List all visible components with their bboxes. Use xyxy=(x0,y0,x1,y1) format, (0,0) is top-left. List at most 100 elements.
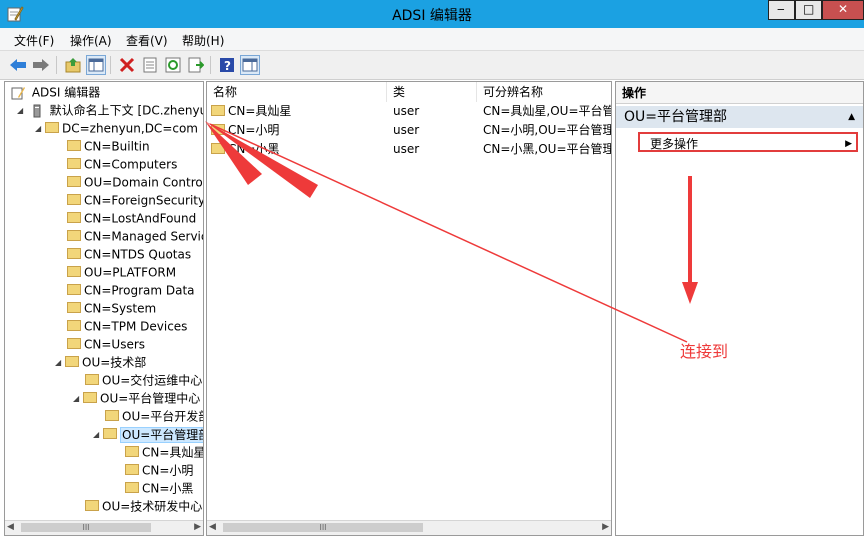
folder-icon xyxy=(103,428,117,439)
folder-icon xyxy=(125,482,139,493)
table-row[interactable]: CN=具灿星 user CN=具灿星,OU=平台管理部 xyxy=(207,102,611,121)
annotation-label: 连接到 xyxy=(680,342,729,361)
action-pane-icon xyxy=(242,58,258,72)
folder-icon xyxy=(211,143,225,154)
minimize-icon: ‒ xyxy=(777,2,785,16)
folder-icon xyxy=(67,302,81,313)
column-header-dn[interactable]: 可分辨名称 xyxy=(477,82,611,102)
console-tree-pane[interactable]: ADSI 编辑器 ◢ 默认命名上下文 [DC.zhenyun ◢ DC=zheny… xyxy=(4,81,204,536)
folder-icon xyxy=(67,248,81,259)
folder-icon xyxy=(85,500,99,511)
collapse-triangle-icon[interactable]: ◢ xyxy=(17,102,27,120)
svg-text:?: ? xyxy=(224,59,231,73)
show-hide-console-tree-button[interactable] xyxy=(86,55,106,75)
folder-icon xyxy=(211,105,225,116)
tree-item[interactable]: CN=小黑 xyxy=(115,479,193,497)
tree-item[interactable]: CN=Builtin xyxy=(57,137,150,155)
tree-root[interactable]: ADSI 编辑器 xyxy=(11,83,100,101)
results-list-pane[interactable]: 名称 类 可分辨名称 CN=具灿星 user CN=具灿星,OU=平台管理部 C… xyxy=(206,81,612,536)
folder-icon xyxy=(67,194,81,205)
tree-item[interactable]: CN=System xyxy=(57,299,156,317)
tree-item[interactable]: CN=Computers xyxy=(57,155,177,173)
collapse-up-icon[interactable]: ▲ xyxy=(848,106,855,128)
maximize-button[interactable]: □ xyxy=(795,0,822,20)
back-arrow-icon xyxy=(10,59,26,71)
more-actions-item[interactable]: 更多操作 ▶ xyxy=(638,132,858,152)
refresh-button[interactable] xyxy=(163,55,183,75)
properties-button[interactable] xyxy=(140,55,160,75)
export-list-button[interactable] xyxy=(186,55,206,75)
forward-button[interactable] xyxy=(31,55,51,75)
console-tree-icon xyxy=(88,58,104,72)
tree-item[interactable]: OU=交付运维中心 xyxy=(75,371,202,389)
tree-item[interactable]: OU=PLATFORM xyxy=(57,263,176,281)
close-button[interactable]: ✕ xyxy=(822,0,864,20)
delete-button[interactable] xyxy=(117,55,137,75)
window-title: ADSI 编辑器 xyxy=(392,8,472,24)
scroll-thumb[interactable]: III xyxy=(21,523,151,532)
collapse-triangle-icon[interactable]: ◢ xyxy=(35,120,45,138)
tree-item[interactable]: CN=ForeignSecurityPrincipals xyxy=(57,191,203,209)
list-horizontal-scrollbar[interactable]: ◀ III ▶ xyxy=(207,520,611,535)
folder-icon xyxy=(67,212,81,223)
show-hide-action-pane-button[interactable] xyxy=(240,55,260,75)
tree-item-domain[interactable]: ◢ DC=zhenyun,DC=com xyxy=(35,119,198,137)
scroll-right-icon[interactable]: ▶ xyxy=(194,522,201,532)
minimize-button[interactable]: ‒ xyxy=(768,0,795,20)
collapse-triangle-icon[interactable]: ◢ xyxy=(93,426,103,444)
tree-item[interactable]: CN=NTDS Quotas xyxy=(57,245,191,263)
tree-item[interactable]: CN=TPM Devices xyxy=(57,317,187,335)
tree-item[interactable]: OU=技术研发中心 xyxy=(75,497,202,515)
column-header-class[interactable]: 类 xyxy=(387,82,477,102)
tree-item[interactable]: CN=Users xyxy=(57,335,145,353)
scroll-thumb[interactable]: III xyxy=(223,523,423,532)
maximize-icon: □ xyxy=(803,2,815,16)
properties-icon xyxy=(143,57,157,73)
folder-icon xyxy=(67,158,81,169)
tree-item[interactable]: CN=LostAndFound xyxy=(57,209,196,227)
folder-icon xyxy=(67,140,81,151)
forward-arrow-icon xyxy=(33,59,49,71)
tree-item[interactable]: CN=Program Data xyxy=(57,281,195,299)
menu-action[interactable]: 操作(A) xyxy=(70,32,112,49)
help-button[interactable]: ? xyxy=(217,55,237,75)
table-row[interactable]: CN=小黑 user CN=小黑,OU=平台管理部 xyxy=(207,140,611,159)
folder-icon xyxy=(125,464,139,475)
menu-view[interactable]: 查看(V) xyxy=(126,32,168,49)
table-row[interactable]: CN=小明 user CN=小明,OU=平台管理部 xyxy=(207,121,611,140)
adsi-root-icon xyxy=(11,86,25,99)
folder-icon xyxy=(105,410,119,421)
tree-horizontal-scrollbar[interactable]: ◀ III ▶ xyxy=(5,520,203,535)
folder-icon xyxy=(65,356,79,367)
folder-icon xyxy=(211,124,225,135)
tree-item[interactable]: OU=Domain Controllers xyxy=(57,173,203,191)
tree-item[interactable]: CN=Managed Service Accounts xyxy=(57,227,203,245)
tree-item[interactable]: ◢ OU=平台管理中心 xyxy=(73,389,200,407)
actions-section-title[interactable]: OU=平台管理部 ▲ xyxy=(616,106,863,128)
folder-icon xyxy=(67,320,81,331)
scroll-right-icon[interactable]: ▶ xyxy=(602,522,609,532)
menu-help[interactable]: 帮助(H) xyxy=(182,32,224,49)
server-icon xyxy=(33,104,41,117)
up-one-level-button[interactable] xyxy=(63,55,83,75)
submenu-arrow-icon: ▶ xyxy=(845,139,852,149)
back-button[interactable] xyxy=(8,55,28,75)
collapse-triangle-icon[interactable]: ◢ xyxy=(73,390,83,408)
tree-item[interactable]: CN=具灿星 xyxy=(115,443,203,461)
folder-icon xyxy=(67,338,81,349)
menu-file[interactable]: 文件(F) xyxy=(14,32,54,49)
collapse-triangle-icon[interactable]: ◢ xyxy=(55,354,65,372)
actions-header: 操作 xyxy=(616,82,863,104)
tree-item-context[interactable]: ◢ 默认命名上下文 [DC.zhenyun xyxy=(17,101,203,120)
tree-item[interactable]: ◢ OU=技术部 xyxy=(55,353,146,371)
folder-icon xyxy=(67,266,81,277)
tree-item[interactable]: OU=平台开发部 xyxy=(95,407,203,425)
scroll-left-icon[interactable]: ◀ xyxy=(209,522,216,532)
scroll-left-icon[interactable]: ◀ xyxy=(7,522,14,532)
tree-item-selected[interactable]: ◢ OU=平台管理部 xyxy=(93,425,203,444)
tree-item[interactable]: CN=小明 xyxy=(115,461,193,479)
export-list-icon xyxy=(188,57,204,73)
folder-icon xyxy=(45,122,59,133)
toolbar: ? xyxy=(0,51,864,80)
column-header-name[interactable]: 名称 xyxy=(207,82,387,102)
